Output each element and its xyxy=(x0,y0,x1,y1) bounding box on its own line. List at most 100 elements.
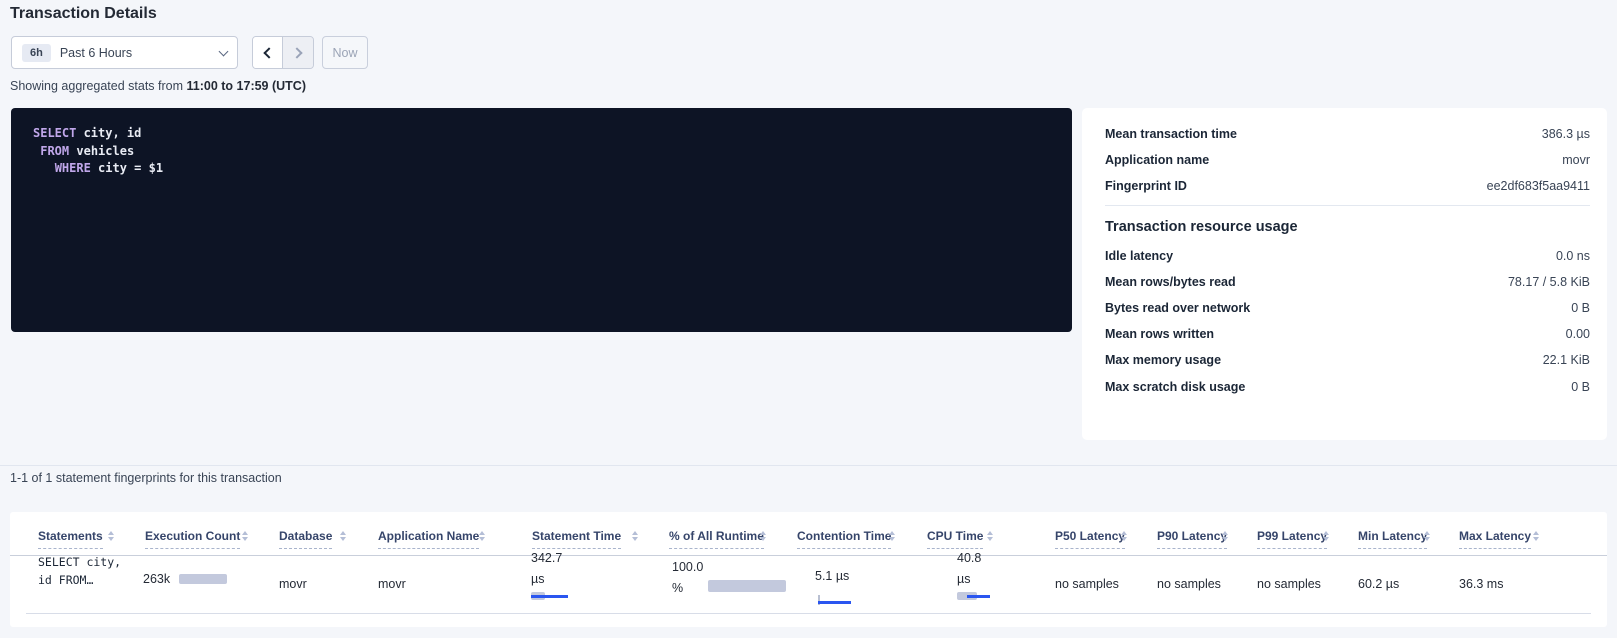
summary-row-value: 386.3 µs xyxy=(1542,127,1590,141)
sort-icon[interactable] xyxy=(632,531,638,541)
summary-row-value: 22.1 KiB xyxy=(1543,353,1590,367)
summary-row-label: Bytes read over network xyxy=(1105,301,1250,315)
column-header-label[interactable]: Statements xyxy=(38,529,103,549)
resource-usage-title: Transaction resource usage xyxy=(1105,212,1590,243)
statement-link[interactable]: SELECT city, id FROM… xyxy=(38,553,121,589)
cpu-time-cell: 40.8 µs xyxy=(957,548,981,601)
statement-time-value: 342.7 xyxy=(531,548,562,569)
sort-icon[interactable] xyxy=(479,531,485,541)
execution-count-value: 263k xyxy=(143,572,170,586)
execution-count-bar xyxy=(179,574,227,584)
summary-row: Fingerprint ID ee2df683f5aa9411 xyxy=(1105,173,1590,199)
now-button[interactable]: Now xyxy=(322,36,368,69)
sort-icon[interactable] xyxy=(1121,531,1127,541)
page-title: Transaction Details xyxy=(10,5,157,23)
runtime-pct-cell: 100.0 % xyxy=(672,557,703,598)
column-header-runtime-pct[interactable]: % of All Runtime xyxy=(669,529,764,549)
p99-latency-cell: no samples xyxy=(1257,577,1321,591)
summary-row: Bytes read over network 0 B xyxy=(1105,295,1590,321)
cpu-time-unit: µs xyxy=(957,569,981,590)
summary-row-value: movr xyxy=(1562,153,1590,167)
chevron-right-icon xyxy=(291,47,302,58)
sort-icon[interactable] xyxy=(242,531,248,541)
sort-icon[interactable] xyxy=(1222,531,1228,541)
contention-time-cell: 5.1 µs xyxy=(815,569,849,583)
summary-row-label: Idle latency xyxy=(1105,249,1173,263)
table-row-border xyxy=(26,613,1591,614)
statement-time-cell: 342.7 µs xyxy=(531,548,562,601)
column-header-label[interactable]: Execution Count xyxy=(145,529,240,549)
column-header-label[interactable]: P99 Latency xyxy=(1257,529,1327,549)
time-nav-group xyxy=(252,36,314,69)
column-header-min-latency[interactable]: Min Latency xyxy=(1358,529,1427,549)
summary-top-rows: Mean transaction time 386.3 µs Application… xyxy=(1105,121,1590,200)
sort-icon[interactable] xyxy=(1323,531,1329,541)
p90-latency-cell: no samples xyxy=(1157,577,1221,591)
table-header-border xyxy=(10,555,1607,556)
time-range-dropdown[interactable]: 6h Past 6 Hours xyxy=(11,36,238,69)
summary-row: Max scratch disk usage 0 B xyxy=(1105,374,1590,400)
statement-line-1: SELECT city, xyxy=(38,553,121,571)
summary-row: Max memory usage22.1 KiB xyxy=(1105,347,1590,373)
summary-row-value: 0 B xyxy=(1571,301,1590,315)
summary-row-label: Application name xyxy=(1105,153,1209,167)
column-header-contention-time[interactable]: Contention Time xyxy=(797,529,891,549)
sort-icon[interactable] xyxy=(987,531,993,541)
summary-row: Mean rows written0.00 xyxy=(1105,321,1590,347)
column-header-max-latency[interactable]: Max Latency xyxy=(1459,529,1531,549)
column-header-label[interactable]: Contention Time xyxy=(797,529,891,549)
column-header-application-name[interactable]: Application Name xyxy=(378,529,479,549)
stats-caption-range: 11:00 to 17:59 (UTC) xyxy=(187,79,306,93)
cpu-time-value: 40.8 xyxy=(957,548,981,569)
chevron-down-icon xyxy=(219,46,229,56)
prev-time-button[interactable] xyxy=(253,37,283,68)
sort-icon[interactable] xyxy=(1424,531,1430,541)
time-range-badge: 6h xyxy=(22,44,51,62)
column-header-statement-time[interactable]: Statement Time xyxy=(532,529,621,549)
summary-row: Mean rows/bytes read78.17 / 5.8 KiB xyxy=(1105,269,1590,295)
section-divider xyxy=(0,465,1617,466)
column-header-label[interactable]: CPU Time xyxy=(927,529,983,549)
column-header-cpu-time[interactable]: CPU Time xyxy=(927,529,983,549)
summary-row-label: Fingerprint ID xyxy=(1105,179,1187,193)
summary-row-label: Mean transaction time xyxy=(1105,127,1237,141)
next-time-button-disabled[interactable] xyxy=(283,37,313,68)
column-header-database[interactable]: Database xyxy=(279,529,332,549)
summary-row-value: ee2df683f5aa9411 xyxy=(1487,179,1590,193)
column-header-p90-latency[interactable]: P90 Latency xyxy=(1157,529,1227,549)
runtime-pct-bar xyxy=(708,580,786,592)
column-header-execution-count[interactable]: Execution Count xyxy=(145,529,240,549)
sort-icon[interactable] xyxy=(760,531,766,541)
sort-icon[interactable] xyxy=(1533,531,1539,541)
runtime-pct-unit: % xyxy=(672,578,703,599)
column-header-p50-latency[interactable]: P50 Latency xyxy=(1055,529,1125,549)
sql-code: SELECT city, id FROM vehicles WHERE city… xyxy=(33,125,1050,178)
application-name-cell: movr xyxy=(378,577,406,591)
time-range-label: Past 6 Hours xyxy=(60,46,220,60)
column-header-label[interactable]: % of All Runtime xyxy=(669,529,764,549)
column-header-p99-latency[interactable]: P99 Latency xyxy=(1257,529,1327,549)
min-latency-cell: 60.2 µs xyxy=(1358,577,1399,591)
cpu-time-bar xyxy=(957,592,981,601)
sort-icon[interactable] xyxy=(340,531,346,541)
column-header-label[interactable]: P50 Latency xyxy=(1055,529,1125,549)
summary-row-value: 0 B xyxy=(1571,380,1590,394)
column-header-statements[interactable]: Statements xyxy=(38,529,103,549)
summary-divider xyxy=(1105,205,1590,206)
summary-row-label: Max scratch disk usage xyxy=(1105,380,1245,394)
statements-table: Statements Execution Count Database Appl… xyxy=(10,512,1607,627)
summary-row: Application name movr xyxy=(1105,147,1590,173)
sort-icon[interactable] xyxy=(108,531,114,541)
column-header-label[interactable]: Min Latency xyxy=(1358,529,1427,549)
column-header-label[interactable]: Max Latency xyxy=(1459,529,1531,549)
summary-row-label: Mean rows written xyxy=(1105,327,1214,341)
fingerprints-caption: 1-1 of 1 statement fingerprints for this… xyxy=(10,471,282,485)
column-header-label[interactable]: Application Name xyxy=(378,529,479,549)
column-header-label[interactable]: Database xyxy=(279,529,332,549)
stats-caption-prefix: Showing aggregated stats from xyxy=(10,79,183,93)
sort-icon[interactable] xyxy=(889,531,895,541)
p50-latency-cell: no samples xyxy=(1055,577,1119,591)
summary-row: Mean transaction time 386.3 µs xyxy=(1105,121,1590,147)
column-header-label[interactable]: Statement Time xyxy=(532,529,621,549)
column-header-label[interactable]: P90 Latency xyxy=(1157,529,1227,549)
